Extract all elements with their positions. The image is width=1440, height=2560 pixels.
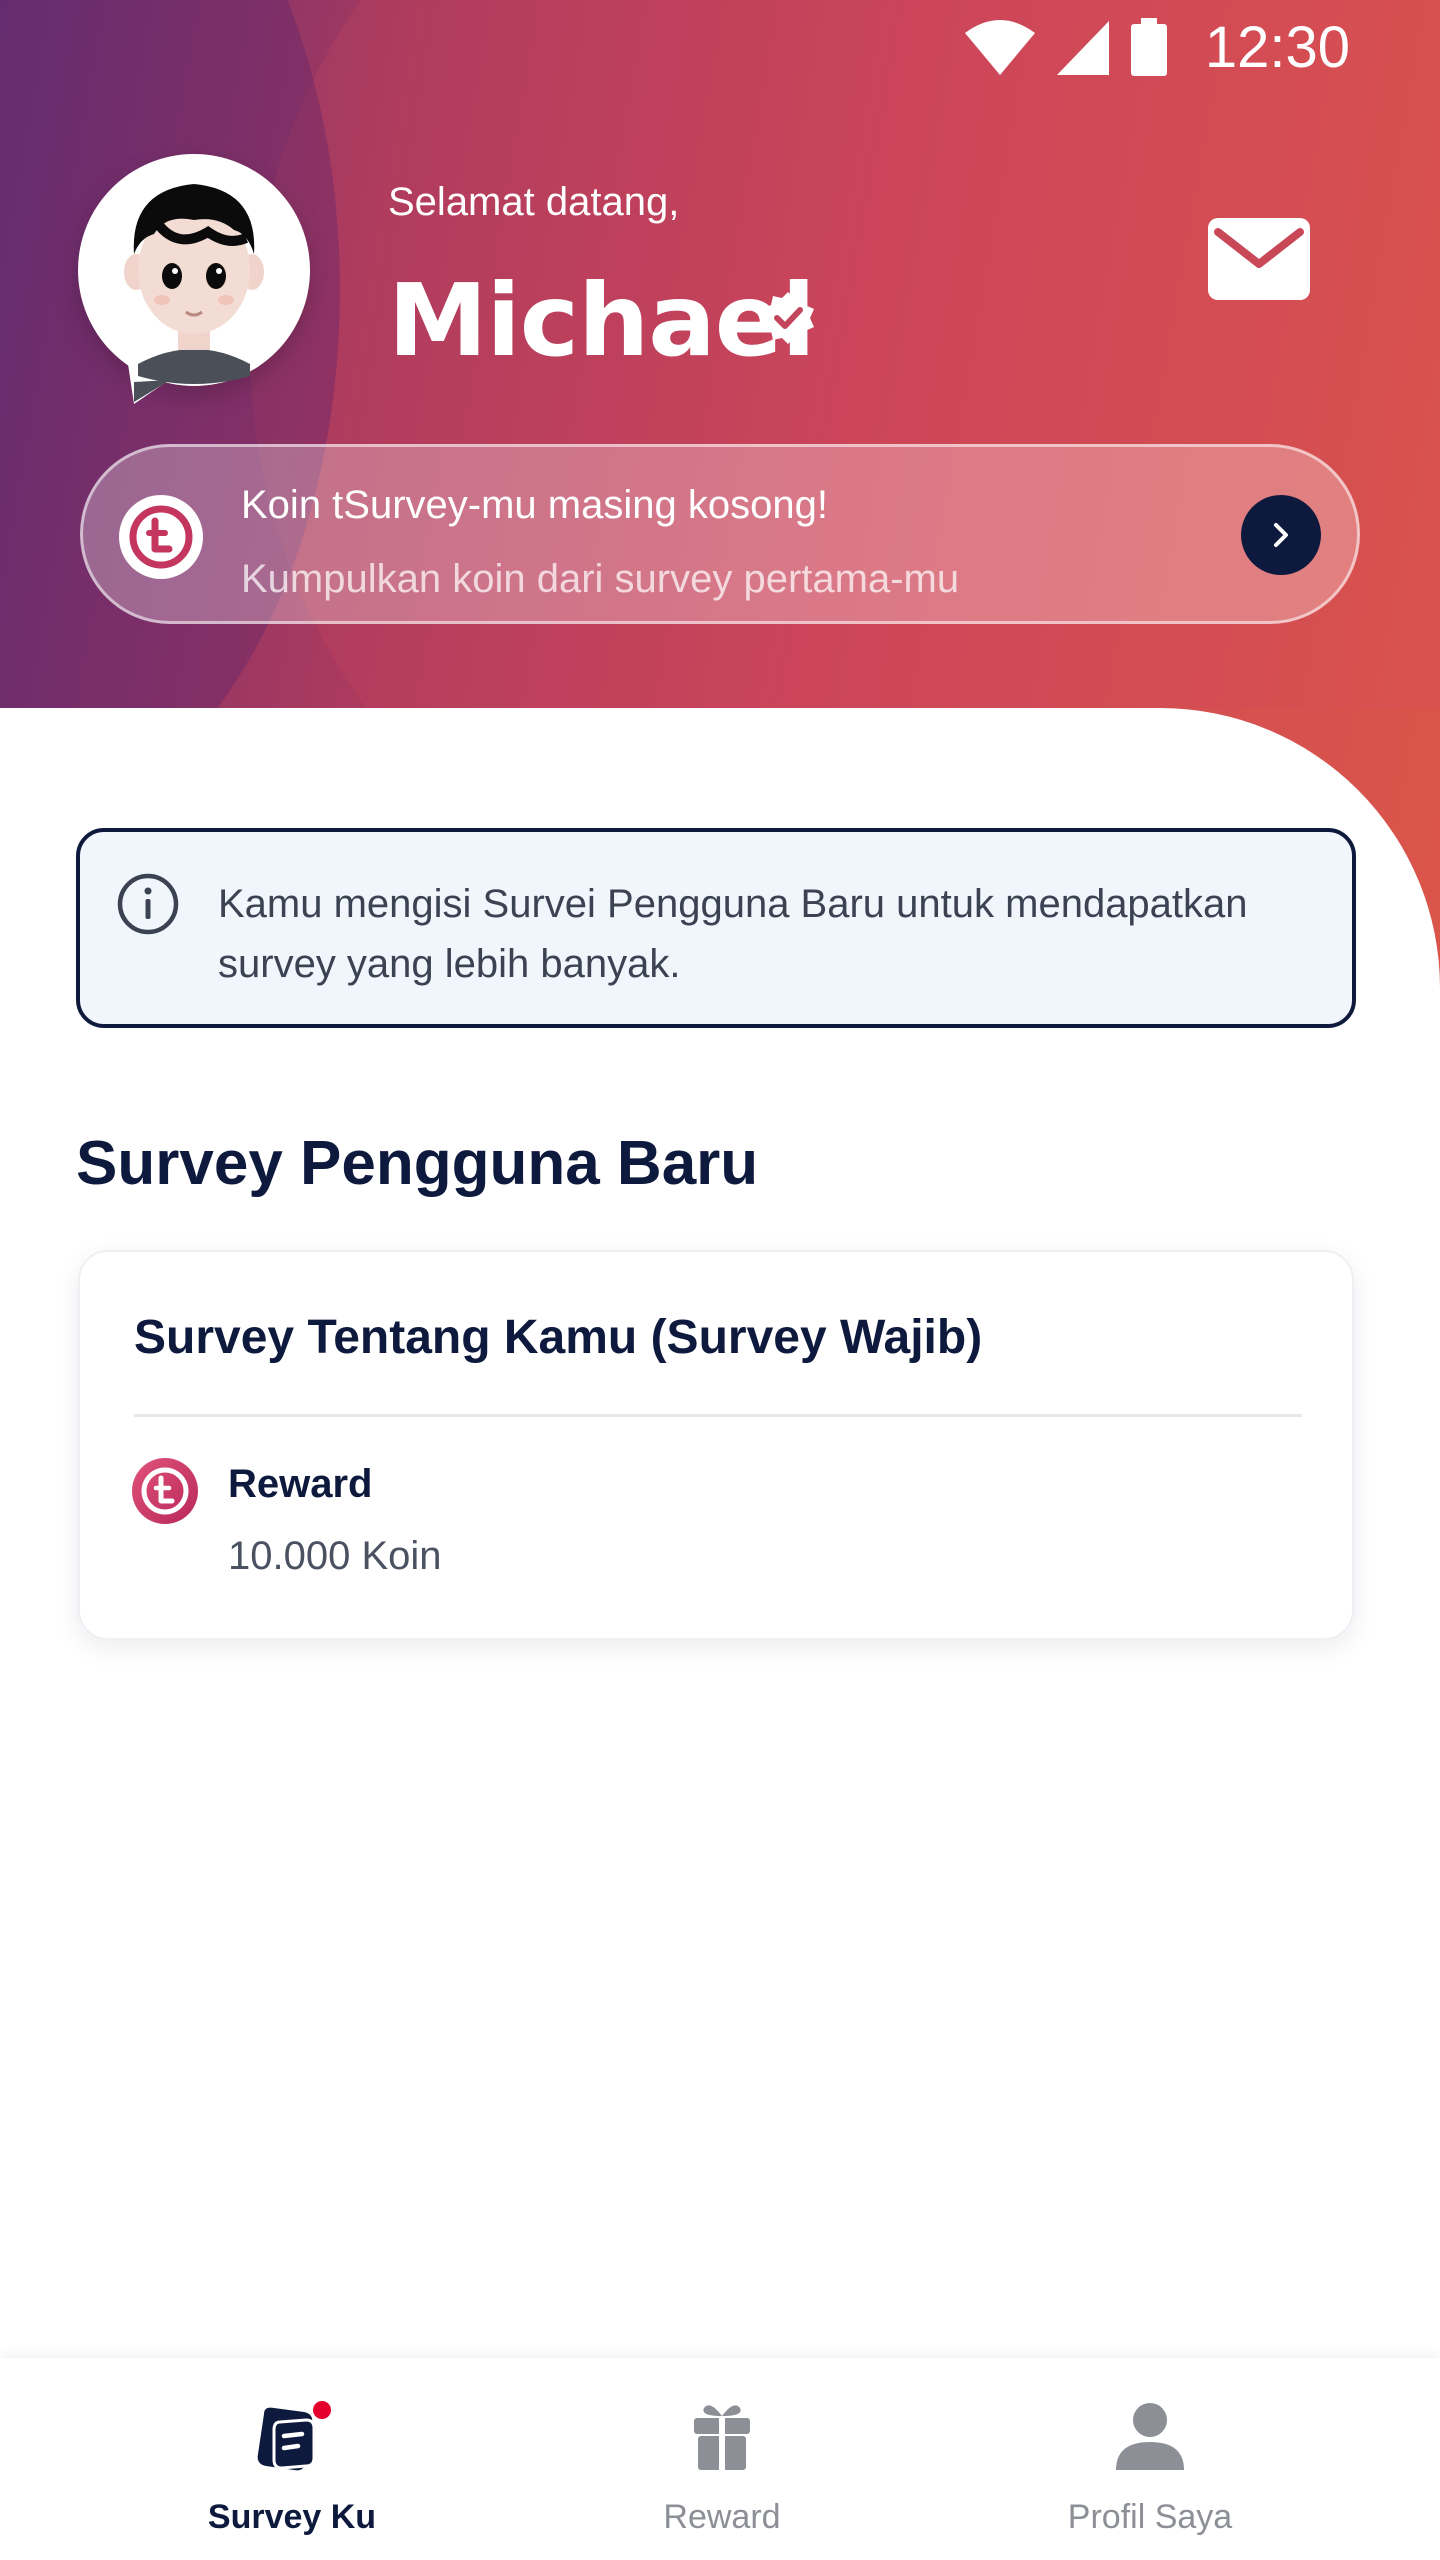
reward-value: 10.000 Koin [228,1534,442,1578]
coin-icon [132,1458,198,1524]
section-title: Survey Pengguna Baru [76,1129,759,1198]
coin-banner[interactable]: Koin tSurvey-mu masing kosong! Kumpulkan… [80,444,1360,624]
status-time: 12:30 [1204,15,1350,80]
survey-icon [257,2401,331,2471]
bottom-navigation: Survey Ku Reward Profil Saya [0,2358,1440,2560]
header: 12:30 Selamat datang, Michael Koin tSurv… [0,0,1440,708]
coin-banner-arrow-button[interactable] [1241,495,1321,575]
avatar[interactable] [78,154,310,404]
nav-item-reward[interactable]: Reward [572,2358,872,2560]
info-icon [117,873,179,935]
coin-icon [119,495,203,579]
signal-icon [1056,20,1109,75]
nav-item-profil-saya[interactable]: Profil Saya [1000,2358,1300,2560]
nav-label: Profil Saya [1067,2498,1233,2536]
nav-label: Survey Ku [207,2498,377,2536]
greeting-text: Selamat datang, [388,180,680,224]
username: Michael [388,262,816,379]
survey-title: Survey Tentang Kamu (Survey Wajib) [134,1311,983,1364]
avatar-illustration [124,184,264,404]
gift-icon [694,2405,750,2470]
divider [134,1414,1302,1417]
info-box: Kamu mengisi Survei Pengguna Baru untuk … [76,828,1356,1028]
nav-label: Reward [663,2498,781,2536]
chevron-right-icon [1274,523,1288,547]
status-icons: 12:30 [963,14,1350,81]
status-bar: 12:30 [0,0,1440,92]
wifi-icon [964,19,1035,75]
person-icon [1116,2403,1184,2470]
coin-banner-subtitle: Kumpulkan koin dari survey pertama-mu [241,557,960,601]
mail-button[interactable] [1208,218,1310,300]
survey-card[interactable]: Survey Tentang Kamu (Survey Wajib) Rewar… [78,1250,1354,1640]
info-text: Kamu mengisi Survei Pengguna Baru untuk … [218,882,1248,986]
mail-icon [1208,218,1310,300]
reward-label: Reward [228,1462,373,1506]
battery-icon [1130,17,1167,76]
nav-item-survey-ku[interactable]: Survey Ku [142,2358,442,2560]
verified-badge-icon [762,292,814,344]
coin-banner-title: Koin tSurvey-mu masing kosong! [241,483,828,527]
